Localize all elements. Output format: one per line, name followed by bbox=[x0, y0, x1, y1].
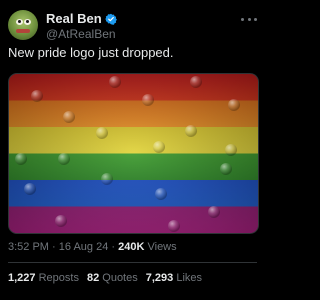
more-dot bbox=[247, 17, 251, 21]
image-texture-bump bbox=[185, 125, 197, 137]
image-texture-bump bbox=[142, 94, 154, 106]
image-texture-bump bbox=[24, 183, 36, 195]
verified-badge-icon bbox=[104, 13, 117, 25]
reposts-count: 1,227 bbox=[8, 272, 36, 284]
tweet-header: Real Ben @AtRealBen bbox=[8, 10, 257, 42]
likes-stat[interactable]: 7,293 Likes bbox=[146, 272, 202, 284]
author-display-name[interactable]: Real Ben bbox=[46, 11, 102, 26]
likes-label: Likes bbox=[176, 272, 203, 284]
image-texture-bump bbox=[208, 206, 220, 218]
views-count: 240K bbox=[118, 241, 145, 253]
image-texture-bump bbox=[101, 173, 113, 185]
reposts-label: Reposts bbox=[38, 272, 79, 284]
quotes-label: Quotes bbox=[102, 272, 138, 284]
tweet-meta: 3:52 PM · 16 Aug 24 · 240K Views bbox=[8, 241, 177, 253]
image-texture-bump bbox=[96, 127, 108, 139]
views-label: Views bbox=[147, 241, 177, 253]
image-texture-bump bbox=[58, 153, 70, 165]
tweet-text: New pride logo just dropped. bbox=[8, 45, 174, 60]
divider bbox=[8, 262, 257, 263]
image-texture-bump bbox=[220, 163, 232, 175]
author-handle[interactable]: @AtRealBen bbox=[46, 27, 116, 41]
image-texture-bump bbox=[168, 220, 180, 232]
avatar-mouth bbox=[16, 29, 30, 33]
image-texture-bump bbox=[225, 144, 237, 156]
more-dot bbox=[241, 17, 244, 21]
image-texture-bump bbox=[228, 99, 240, 111]
quotes-count: 82 bbox=[86, 272, 100, 284]
more-options-icon[interactable] bbox=[241, 14, 257, 24]
rainbow-flag-image[interactable] bbox=[8, 73, 259, 234]
image-texture-bump bbox=[31, 90, 43, 102]
tweet-stats: 1,227 Reposts 82 Quotes 7,293 Likes bbox=[8, 272, 202, 284]
image-texture-bump bbox=[63, 111, 75, 123]
more-dot bbox=[254, 17, 257, 21]
author-name-row[interactable]: Real Ben bbox=[46, 11, 117, 26]
image-texture-bump bbox=[109, 76, 121, 88]
tweet-time[interactable]: 3:52 PM bbox=[8, 241, 49, 253]
reposts-stat[interactable]: 1,227 Reposts bbox=[8, 272, 79, 284]
image-texture-bump bbox=[153, 141, 165, 153]
image-texture-bump bbox=[55, 215, 67, 227]
image-texture-bump bbox=[190, 76, 202, 88]
image-texture-bump bbox=[155, 188, 167, 200]
tweet-date[interactable]: 16 Aug 24 bbox=[59, 241, 109, 253]
image-texture-bump bbox=[15, 153, 27, 165]
meta-separator: · bbox=[52, 241, 59, 253]
avatar-eye-right bbox=[24, 19, 31, 25]
quotes-stat[interactable]: 82 Quotes bbox=[87, 272, 138, 284]
frog-avatar-icon[interactable] bbox=[8, 10, 38, 40]
avatar-eye-left bbox=[16, 19, 23, 25]
likes-count: 7,293 bbox=[145, 272, 174, 284]
